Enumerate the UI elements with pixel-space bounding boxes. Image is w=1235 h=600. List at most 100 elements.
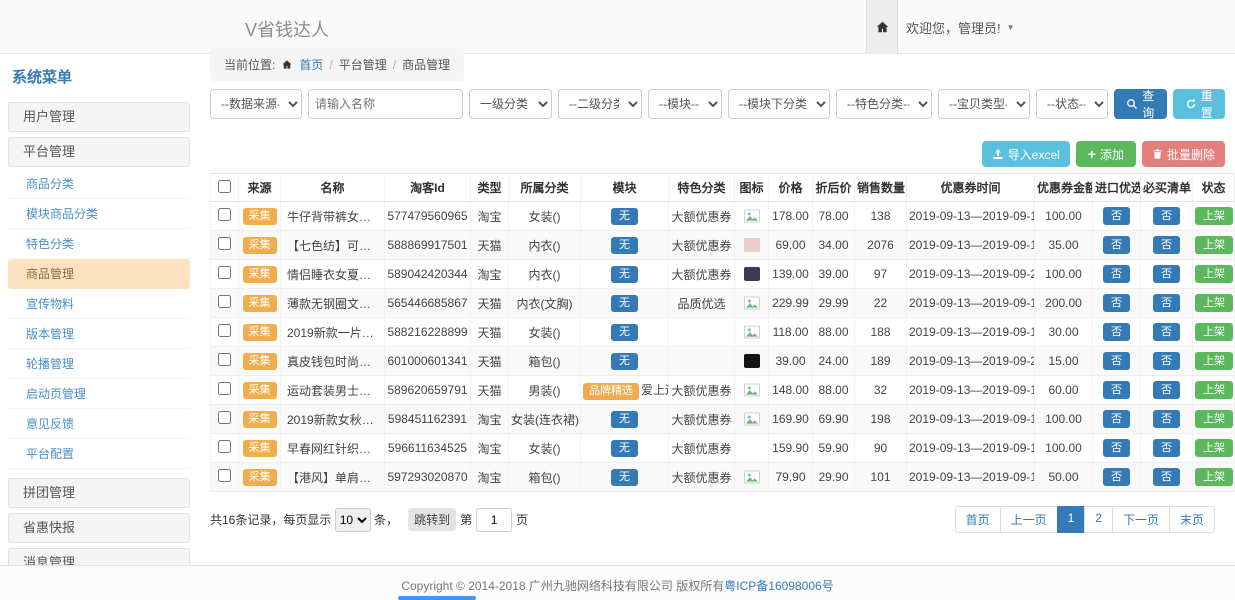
import-optional-toggle[interactable]: 否 bbox=[1103, 352, 1130, 370]
table-row: 采集 【港风】单肩斜跨链条... 597293020870 淘宝 箱包() 无 … bbox=[211, 463, 1235, 492]
row-checkbox[interactable] bbox=[218, 324, 231, 337]
status-badge[interactable]: 上架 bbox=[1195, 381, 1233, 399]
filter-select-module-sub-category[interactable]: --模块下分类-- bbox=[728, 89, 830, 119]
select-all-checkbox[interactable] bbox=[218, 180, 231, 193]
pager-prev[interactable]: 上一页 bbox=[1000, 506, 1058, 533]
row-checkbox[interactable] bbox=[218, 266, 231, 279]
import-optional-toggle[interactable]: 否 bbox=[1103, 236, 1130, 254]
sidebar-item-启动页管理[interactable]: 启动页管理 bbox=[8, 379, 190, 409]
must-buy-toggle[interactable]: 否 bbox=[1153, 323, 1180, 341]
home-button[interactable] bbox=[866, 0, 898, 54]
filter-select-level2-category[interactable]: --二级分类-- bbox=[558, 89, 642, 119]
add-button[interactable]: + 添加 bbox=[1076, 141, 1136, 167]
per-page-select[interactable]: 10 bbox=[335, 508, 371, 532]
reset-button[interactable]: 重置 bbox=[1173, 89, 1226, 119]
module-cell: 无 bbox=[581, 463, 669, 492]
import-optional-toggle[interactable]: 否 bbox=[1103, 381, 1130, 399]
status-badge[interactable]: 上架 bbox=[1195, 207, 1233, 225]
must-buy-toggle[interactable]: 否 bbox=[1153, 207, 1180, 225]
must-buy-toggle[interactable]: 否 bbox=[1153, 236, 1180, 254]
status-badge[interactable]: 上架 bbox=[1195, 265, 1233, 283]
sidebar-group-拼团管理[interactable]: 拼团管理 bbox=[8, 478, 190, 508]
must-buy-toggle[interactable]: 否 bbox=[1153, 352, 1180, 370]
row-checkbox-cell bbox=[211, 434, 239, 463]
status-badge[interactable]: 上架 bbox=[1195, 410, 1233, 428]
user-menu[interactable]: 欢迎您，管理员! ▼ bbox=[906, 0, 1015, 54]
pager-page-2[interactable]: 2 bbox=[1084, 506, 1113, 533]
row-checkbox[interactable] bbox=[218, 295, 231, 308]
product-name: 情侣睡衣女夏丝绸男士... bbox=[281, 260, 385, 289]
status-badge[interactable]: 上架 bbox=[1195, 323, 1233, 341]
import-optional-toggle[interactable]: 否 bbox=[1103, 323, 1130, 341]
pager-last[interactable]: 末页 bbox=[1169, 506, 1215, 533]
jump-page-input[interactable] bbox=[476, 508, 512, 532]
must-buy-toggle[interactable]: 否 bbox=[1153, 410, 1180, 428]
pager-page-1[interactable]: 1 bbox=[1057, 506, 1086, 533]
horizontal-scrollbar-thumb[interactable] bbox=[398, 596, 476, 600]
name-search-input[interactable] bbox=[308, 89, 463, 119]
status-badge[interactable]: 上架 bbox=[1195, 352, 1233, 370]
row-checkbox-cell bbox=[211, 260, 239, 289]
import-optional-toggle[interactable]: 否 bbox=[1103, 410, 1130, 428]
row-checkbox[interactable] bbox=[218, 440, 231, 453]
status-badge[interactable]: 上架 bbox=[1195, 468, 1233, 486]
filter-select-module[interactable]: --模块-- bbox=[648, 89, 722, 119]
module-cell: 无 bbox=[581, 405, 669, 434]
sidebar-item-商品管理[interactable]: 商品管理 bbox=[8, 259, 190, 289]
source-cell: 采集 bbox=[239, 463, 281, 492]
import-optional-toggle[interactable]: 否 bbox=[1103, 207, 1130, 225]
sidebar-item-宣传物料[interactable]: 宣传物料 bbox=[8, 289, 190, 319]
status-badge[interactable]: 上架 bbox=[1195, 236, 1233, 254]
pager-first[interactable]: 首页 bbox=[955, 506, 1001, 533]
row-checkbox-cell bbox=[211, 231, 239, 260]
row-checkbox[interactable] bbox=[218, 382, 231, 395]
sidebar-group-消息管理[interactable]: 消息管理 bbox=[8, 548, 190, 565]
sidebar-group-user[interactable]: 用户管理 bbox=[8, 102, 190, 132]
filter-select-item-type[interactable]: --宝贝类型-- bbox=[938, 89, 1030, 119]
sidebar-item-平台配置[interactable]: 平台配置 bbox=[8, 439, 190, 469]
status-badge[interactable]: 上架 bbox=[1195, 294, 1233, 312]
sidebar-group-platform[interactable]: 平台管理 bbox=[8, 137, 190, 167]
sidebar-item-模块商品分类[interactable]: 模块商品分类 bbox=[8, 199, 190, 229]
row-checkbox[interactable] bbox=[218, 237, 231, 250]
status-badge[interactable]: 上架 bbox=[1195, 439, 1233, 457]
filter-select-feature-category[interactable]: --特色分类-- bbox=[836, 89, 932, 119]
product-icon-cell bbox=[735, 260, 769, 289]
must-buy-toggle[interactable]: 否 bbox=[1153, 468, 1180, 486]
table-row: 采集 【七色纺】可爱纯棉家... 588869917501 天猫 内衣() 无 … bbox=[211, 231, 1235, 260]
pager-next[interactable]: 下一页 bbox=[1112, 506, 1170, 533]
import-optional-toggle[interactable]: 否 bbox=[1103, 294, 1130, 312]
sidebar-item-特色分类[interactable]: 特色分类 bbox=[8, 229, 190, 259]
must-buy-cell: 否 bbox=[1141, 231, 1193, 260]
breadcrumb-separator: / bbox=[393, 58, 396, 72]
icp-link[interactable]: 粤ICP备16098006号 bbox=[724, 579, 833, 593]
must-buy-toggle[interactable]: 否 bbox=[1153, 439, 1180, 457]
batch-delete-button[interactable]: 批量删除 bbox=[1142, 141, 1225, 167]
sales-count: 198 bbox=[855, 405, 907, 434]
import-optional-toggle[interactable]: 否 bbox=[1103, 468, 1130, 486]
filter-select-level1-category[interactable]: 一级分类 bbox=[469, 89, 552, 119]
jump-button[interactable]: 跳转到 bbox=[408, 508, 456, 531]
sidebar-group-省惠快报[interactable]: 省惠快报 bbox=[8, 513, 190, 543]
import-optional-toggle[interactable]: 否 bbox=[1103, 265, 1130, 283]
search-button[interactable]: 查询 bbox=[1114, 89, 1167, 119]
row-checkbox[interactable] bbox=[218, 353, 231, 366]
must-buy-toggle[interactable]: 否 bbox=[1153, 294, 1180, 312]
must-buy-toggle[interactable]: 否 bbox=[1153, 381, 1180, 399]
sidebar-item-版本管理[interactable]: 版本管理 bbox=[8, 319, 190, 349]
row-checkbox[interactable] bbox=[218, 208, 231, 221]
sidebar-item-轮播管理[interactable]: 轮播管理 bbox=[8, 349, 190, 379]
sidebar-item-意见反馈[interactable]: 意见反馈 bbox=[8, 409, 190, 439]
filter-select-status[interactable]: --状态-- bbox=[1036, 89, 1108, 119]
import-optional-cell: 否 bbox=[1093, 202, 1141, 231]
row-checkbox[interactable] bbox=[218, 469, 231, 482]
sidebar-item-商品分类[interactable]: 商品分类 bbox=[8, 169, 190, 199]
import-optional-toggle[interactable]: 否 bbox=[1103, 439, 1130, 457]
must-buy-toggle[interactable]: 否 bbox=[1153, 265, 1180, 283]
sales-count: 2076 bbox=[855, 231, 907, 260]
breadcrumb-home-link[interactable]: 首页 bbox=[299, 56, 323, 73]
product-type: 天猫 bbox=[471, 376, 509, 405]
import-excel-button[interactable]: 导入excel bbox=[982, 141, 1070, 167]
filter-select-data-source[interactable]: --数据来源-- bbox=[210, 89, 302, 119]
row-checkbox[interactable] bbox=[218, 411, 231, 424]
